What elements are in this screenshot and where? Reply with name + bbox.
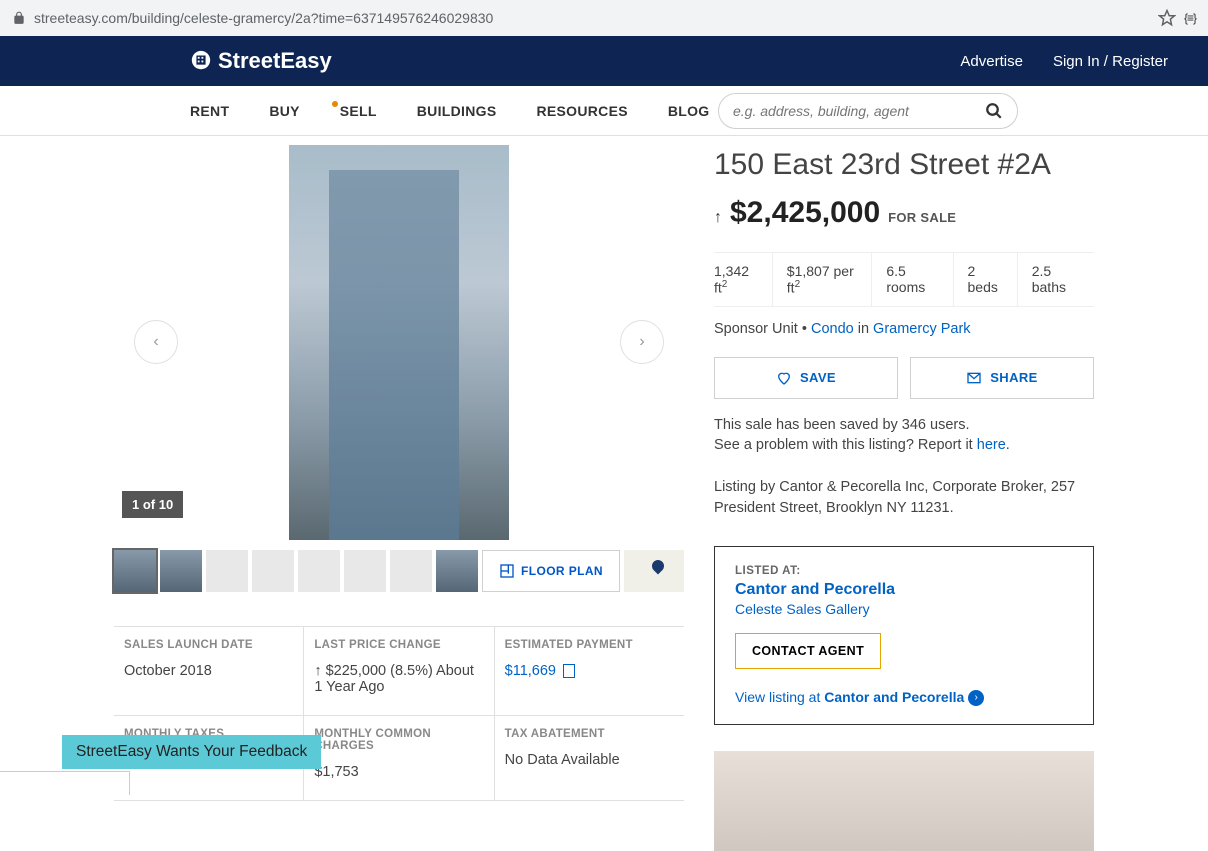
estimated-payment-link[interactable]: $11,669: [505, 663, 674, 679]
detail-label: LAST PRICE CHANGE: [314, 639, 483, 651]
nav-buildings[interactable]: BUILDINGS: [417, 103, 497, 119]
detail-value: October 2018: [124, 663, 293, 679]
fact-rooms: 6.5 rooms: [871, 253, 952, 306]
search-icon[interactable]: [985, 102, 1003, 120]
detail-label: SALES LAUNCH DATE: [124, 639, 293, 651]
detail-label: ESTIMATED PAYMENT: [505, 639, 674, 651]
gallery-counter: 1 of 10: [122, 491, 183, 518]
detail-value: No Data Available: [505, 752, 674, 768]
details-table: SALES LAUNCH DATE October 2018 LAST PRIC…: [114, 626, 684, 801]
url-text[interactable]: streeteasy.com/building/celeste-gramercy…: [34, 10, 1150, 26]
nav-rent[interactable]: RENT: [190, 103, 229, 119]
detail-value: $1,753: [314, 764, 483, 780]
browser-address-bar: streeteasy.com/building/celeste-gramercy…: [0, 0, 1208, 36]
listing-broker: Listing by Cantor & Pecorella Inc, Corpo…: [714, 477, 1094, 521]
status-badge: FOR SALE: [888, 210, 956, 225]
nav-sell[interactable]: SELL: [340, 103, 377, 119]
thumbnail[interactable]: [252, 550, 294, 592]
type-line: Sponsor Unit • Condo in Gramercy Park: [714, 321, 1094, 337]
fact-baths: 2.5 baths: [1017, 253, 1094, 306]
thumbnail-strip: FLOOR PLAN: [114, 550, 684, 592]
speech-bubble-icon: [190, 50, 212, 72]
agent-name-link[interactable]: Cantor and Pecorella: [735, 581, 1073, 599]
agent-panel: LISTED AT: Cantor and Pecorella Celeste …: [714, 546, 1094, 725]
price-arrow-icon: ↑: [714, 209, 722, 227]
report-problem: See a problem with this listing? Report …: [714, 437, 1094, 453]
view-listing-link[interactable]: View listing at Cantor and Pecorella ›: [735, 689, 1073, 706]
detail-label: TAX ABATEMENT: [505, 728, 674, 740]
top-bar: StreetEasy Advertise Sign In / Register: [0, 36, 1208, 86]
logo[interactable]: StreetEasy: [190, 48, 332, 74]
search-input[interactable]: [733, 103, 985, 119]
thumbnail[interactable]: [114, 550, 156, 592]
fact-ppsf: $1,807 per ft2: [772, 253, 872, 306]
search-box[interactable]: [718, 93, 1018, 129]
condo-link[interactable]: Condo: [811, 321, 854, 337]
bottom-tab-fragment: [0, 771, 130, 795]
photo-gallery: ‹ › 1 of 10: [114, 142, 684, 542]
report-link[interactable]: here: [977, 437, 1006, 453]
feedback-banner[interactable]: StreetEasy Wants Your Feedback: [62, 735, 321, 769]
map-thumbnail[interactable]: [624, 550, 684, 592]
detail-value: ↑ $225,000 (8.5%) About 1 Year Ago: [314, 663, 483, 695]
advertise-link[interactable]: Advertise: [960, 53, 1023, 70]
price-row: ↑ $2,425,000 FOR SALE: [714, 196, 1094, 230]
nav-buy[interactable]: BUY: [269, 103, 299, 119]
nav-resources[interactable]: RESOURCES: [536, 103, 627, 119]
saved-count: This sale has been saved by 346 users.: [714, 417, 1094, 433]
lock-icon: [12, 11, 26, 25]
gallery-main-image[interactable]: [289, 145, 509, 540]
contact-agent-button[interactable]: CONTACT AGENT: [735, 633, 881, 669]
floor-plan-button[interactable]: FLOOR PLAN: [482, 550, 620, 592]
secondary-photo[interactable]: [714, 751, 1094, 851]
thumbnail[interactable]: [344, 550, 386, 592]
detail-label: MONTHLY COMMON CHARGES: [314, 728, 483, 752]
save-button[interactable]: SAVE: [714, 357, 898, 399]
star-icon[interactable]: [1158, 9, 1176, 27]
heart-icon: [776, 370, 792, 386]
facts-row: 1,342 ft2 $1,807 per ft2 6.5 rooms 2 bed…: [714, 252, 1094, 307]
main-nav: RENT BUY SELL BUILDINGS RESOURCES BLOG: [0, 86, 1208, 136]
price: $2,425,000: [730, 196, 880, 230]
map-pin-icon: [650, 558, 667, 575]
gallery-prev-button[interactable]: ‹: [134, 320, 178, 364]
listed-at-label: LISTED AT:: [735, 565, 1073, 577]
extension-icon[interactable]: {≡}: [1184, 11, 1196, 25]
thumbnail[interactable]: [298, 550, 340, 592]
thumbnail[interactable]: [436, 550, 478, 592]
agent-sub-link[interactable]: Celeste Sales Gallery: [735, 601, 1073, 617]
nav-blog[interactable]: BLOG: [668, 103, 710, 119]
thumbnail[interactable]: [160, 550, 202, 592]
neighborhood-link[interactable]: Gramercy Park: [873, 321, 971, 337]
gallery-next-button[interactable]: ›: [620, 320, 664, 364]
thumbnail[interactable]: [206, 550, 248, 592]
calculator-icon: [563, 664, 575, 678]
listing-title: 150 East 23rd Street #2A: [714, 148, 1094, 182]
floor-plan-icon: [499, 563, 515, 579]
fact-sqft: 1,342 ft2: [714, 253, 772, 306]
fact-beds: 2 beds: [953, 253, 1017, 306]
share-button[interactable]: SHARE: [910, 357, 1094, 399]
brand-text: StreetEasy: [218, 48, 332, 74]
envelope-icon: [966, 370, 982, 386]
thumbnail[interactable]: [390, 550, 432, 592]
sign-in-link[interactable]: Sign In / Register: [1053, 53, 1168, 70]
arrow-right-icon: ›: [968, 690, 984, 706]
